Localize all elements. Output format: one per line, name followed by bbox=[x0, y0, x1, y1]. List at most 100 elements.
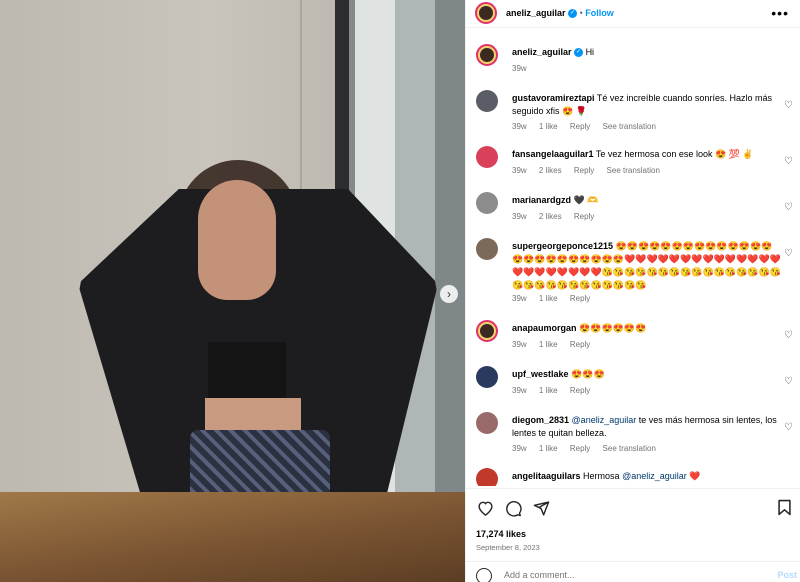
commenter-avatar[interactable] bbox=[476, 320, 498, 342]
person-top bbox=[208, 342, 286, 402]
comment-likes[interactable]: 2 likes bbox=[539, 166, 562, 175]
comment-time: 39w bbox=[512, 294, 527, 303]
comment-likes[interactable]: 1 like bbox=[539, 386, 558, 395]
commenter-avatar[interactable] bbox=[476, 146, 498, 168]
comment-text: angelitaaguilars Hermosa @aneliz_aguilar… bbox=[512, 470, 782, 483]
comments-list[interactable]: aneliz_aguilar ✓ Hi 39w gustavoramirezta… bbox=[466, 36, 800, 486]
verified-badge-icon: ✓ bbox=[568, 9, 578, 19]
comment-body: 😍😍😍 bbox=[571, 369, 605, 379]
comment-text: upf_westlake 😍😍😍 bbox=[512, 368, 782, 381]
author-avatar[interactable] bbox=[475, 2, 497, 24]
like-comment-heart-icon[interactable]: ♡ bbox=[784, 248, 793, 259]
add-comment-input[interactable] bbox=[504, 570, 734, 580]
reply-button[interactable]: Reply bbox=[570, 122, 590, 131]
see-translation-link[interactable]: See translation bbox=[607, 166, 660, 175]
share-send-icon[interactable] bbox=[532, 499, 550, 517]
reply-button[interactable]: Reply bbox=[570, 294, 590, 303]
more-options-icon[interactable]: ••• bbox=[771, 5, 789, 21]
person-shorts bbox=[190, 430, 330, 500]
add-comment-bar: Post bbox=[466, 561, 800, 582]
comment-meta: 39w 1 like Reply See translation bbox=[512, 444, 666, 453]
comment-text: anapaumorgan 😍😍😍😍😍😍 bbox=[512, 322, 782, 335]
comment-likes[interactable]: 1 like bbox=[539, 444, 558, 453]
comment-time: 39w bbox=[512, 166, 527, 175]
comment-username[interactable]: gustavoramireztapi bbox=[512, 93, 595, 103]
comment-time: 39w bbox=[512, 340, 527, 349]
post-header: aneliz_aguilar ✓ • Follow ••• bbox=[466, 0, 800, 28]
comment-likes[interactable]: 1 like bbox=[539, 122, 558, 131]
commenter-avatar[interactable] bbox=[476, 192, 498, 214]
commenter-avatar[interactable] bbox=[476, 468, 498, 486]
comment-time: 39w bbox=[512, 212, 527, 221]
reply-button[interactable]: Reply bbox=[570, 386, 590, 395]
caption-body: Hi bbox=[585, 47, 595, 57]
comment-meta: 39w 2 likes Reply bbox=[512, 212, 604, 221]
author-username[interactable]: aneliz_aguilar bbox=[506, 8, 566, 18]
like-comment-heart-icon[interactable]: ♡ bbox=[784, 422, 793, 433]
comment-meta: 39w 2 likes Reply See translation bbox=[512, 166, 670, 175]
comment-text: gustavoramireztapi Té vez increíble cuan… bbox=[512, 92, 782, 118]
comment-meta: 39w 1 like Reply bbox=[512, 386, 600, 395]
comment-body: Hermosa bbox=[583, 471, 620, 481]
comment-body: 🖤 🫶 bbox=[573, 195, 599, 205]
caption-avatar[interactable] bbox=[476, 44, 498, 66]
commenter-avatar[interactable] bbox=[476, 366, 498, 388]
follow-button[interactable]: Follow bbox=[585, 8, 614, 18]
comment-time: 39w bbox=[512, 444, 527, 453]
comment-username[interactable]: diegom_2831 bbox=[512, 415, 569, 425]
post-details-panel: aneliz_aguilar ✓ • Follow ••• aneliz_agu… bbox=[465, 0, 800, 582]
comment-text: marianardgzd 🖤 🫶 bbox=[512, 194, 782, 207]
see-translation-link[interactable]: See translation bbox=[603, 444, 656, 453]
action-icons bbox=[476, 499, 550, 517]
caption-meta: 39w bbox=[512, 64, 537, 73]
comment-likes[interactable]: 2 likes bbox=[539, 212, 562, 221]
commenter-avatar[interactable] bbox=[476, 238, 498, 260]
emoji-icon[interactable] bbox=[476, 568, 492, 582]
post-actions: 17,274 likes September 8, 2023 Post bbox=[466, 488, 800, 582]
caption-time: 39w bbox=[512, 64, 527, 73]
comment-time: 39w bbox=[512, 386, 527, 395]
commenter-avatar[interactable] bbox=[476, 90, 498, 112]
reply-button[interactable]: Reply bbox=[574, 212, 594, 221]
comment-likes[interactable]: 1 like bbox=[539, 340, 558, 349]
likes-count[interactable]: 17,274 likes bbox=[476, 529, 526, 539]
save-bookmark-icon[interactable] bbox=[777, 499, 793, 517]
like-comment-heart-icon[interactable]: ♡ bbox=[784, 100, 793, 111]
like-comment-heart-icon[interactable]: ♡ bbox=[784, 156, 793, 167]
separator-dot: • bbox=[579, 8, 583, 18]
person-face bbox=[198, 180, 276, 300]
like-comment-heart-icon[interactable]: ♡ bbox=[784, 376, 793, 387]
comment-username[interactable]: fansangelaaguilar1 bbox=[512, 149, 594, 159]
comment-text: diegom_2831 @aneliz_aguilar te ves más h… bbox=[512, 414, 782, 440]
comment-body: 😍😍😍😍😍😍 bbox=[579, 323, 647, 333]
comment-meta: 39w 1 like Reply bbox=[512, 294, 600, 303]
post-image[interactable]: › bbox=[0, 0, 465, 582]
comment-body: Te vez hermosa con ese look 😍 💯 ✌️ bbox=[595, 149, 754, 159]
reply-button[interactable]: Reply bbox=[570, 444, 590, 453]
wooden-table bbox=[0, 492, 465, 582]
see-translation-link[interactable]: See translation bbox=[603, 122, 656, 131]
comment-icon[interactable] bbox=[504, 499, 522, 517]
post-comment-button[interactable]: Post bbox=[777, 570, 797, 580]
comment-username[interactable]: anapaumorgan bbox=[512, 323, 577, 333]
comment-mention[interactable]: @aneliz_aguilar bbox=[572, 415, 637, 425]
comment-username[interactable]: angelitaaguilars bbox=[512, 471, 581, 481]
next-image-chevron-icon[interactable]: › bbox=[440, 285, 458, 303]
comment-meta: 39w 1 like Reply See translation bbox=[512, 122, 666, 131]
like-comment-heart-icon[interactable]: ♡ bbox=[784, 202, 793, 213]
comment-username[interactable]: marianardgzd bbox=[512, 195, 571, 205]
post-date: September 8, 2023 bbox=[476, 543, 540, 552]
caption-text: aneliz_aguilar ✓ Hi bbox=[512, 46, 782, 59]
comment-username[interactable]: upf_westlake bbox=[512, 369, 569, 379]
caption-username[interactable]: aneliz_aguilar bbox=[512, 47, 572, 57]
comment-username[interactable]: supergeorgeponce1215 bbox=[512, 241, 613, 251]
like-comment-heart-icon[interactable]: ♡ bbox=[784, 330, 793, 341]
reply-button[interactable]: Reply bbox=[574, 166, 594, 175]
comment-text: supergeorgeponce1215 😍😍😍😍😍😍😍😍😍😍😍😍😍😍😍😍😍😍😍… bbox=[512, 240, 782, 292]
comment-suffix: ❤️ bbox=[689, 471, 701, 481]
comment-mention[interactable]: @aneliz_aguilar bbox=[622, 471, 687, 481]
comment-likes[interactable]: 1 like bbox=[539, 294, 558, 303]
like-heart-icon[interactable] bbox=[476, 499, 494, 517]
reply-button[interactable]: Reply bbox=[570, 340, 590, 349]
commenter-avatar[interactable] bbox=[476, 412, 498, 434]
